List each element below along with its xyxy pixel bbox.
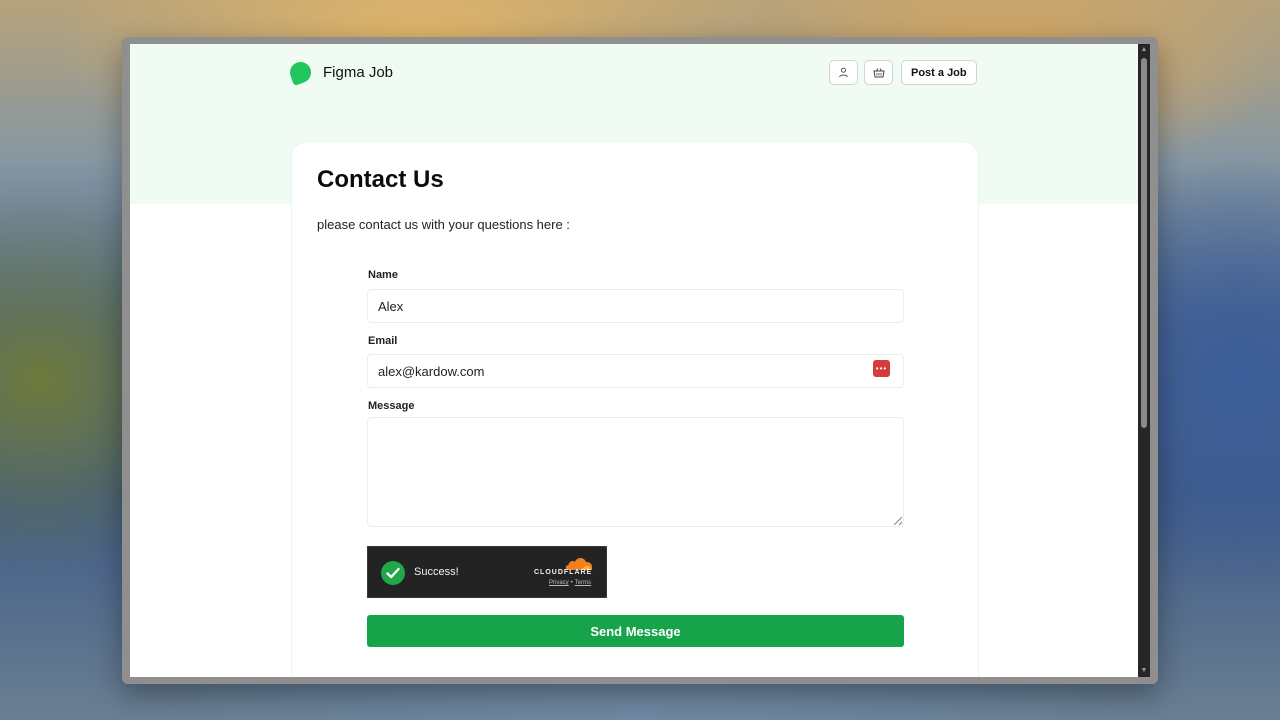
account-button[interactable]: [829, 60, 858, 85]
cloudflare-brand: CLOUDFLARE: [534, 569, 593, 576]
check-icon: [381, 561, 405, 585]
page-subtitle: please contact us with your questions he…: [317, 217, 570, 232]
scroll-up-arrow-icon[interactable]: ▲: [1140, 46, 1148, 54]
browser-window: Figma Job Post a Job Contact Us please c…: [122, 37, 1158, 684]
link-separator: •: [570, 580, 573, 586]
site-logo[interactable]: Figma Job: [287, 59, 394, 86]
email-label: Email: [368, 335, 398, 347]
basket-button[interactable]: [864, 60, 893, 85]
message-field[interactable]: [367, 417, 904, 527]
message-label: Message: [368, 400, 415, 412]
header-actions: Post a Job: [829, 60, 977, 85]
captcha-status: Success!: [414, 566, 459, 578]
name-label: Name: [368, 269, 398, 281]
contact-card: Contact Us please contact us with your q…: [291, 141, 979, 677]
resize-handle-icon[interactable]: [894, 517, 902, 525]
scroll-down-arrow-icon[interactable]: ▼: [1140, 667, 1148, 675]
user-icon: [839, 67, 848, 78]
page-title: Contact Us: [317, 166, 444, 193]
privacy-link[interactable]: Privacy: [549, 580, 569, 586]
password-manager-icon[interactable]: •••: [873, 360, 890, 377]
name-field[interactable]: [367, 289, 904, 323]
terms-link[interactable]: Terms: [575, 580, 591, 586]
captcha-widget[interactable]: Success! CLOUDFLARE Privacy • Terms: [367, 546, 607, 598]
email-field[interactable]: [367, 354, 904, 388]
basket-icon: [872, 68, 885, 78]
scroll-thumb[interactable]: [1141, 58, 1147, 428]
brand-name: Figma Job: [323, 64, 394, 81]
leaf-logo-icon: [287, 59, 314, 86]
post-job-button[interactable]: Post a Job: [901, 60, 977, 85]
captcha-links: Privacy • Terms: [549, 580, 591, 586]
send-message-button[interactable]: Send Message: [367, 615, 904, 647]
vertical-scrollbar[interactable]: ▲ ▼: [1138, 44, 1150, 677]
page-viewport: Figma Job Post a Job Contact Us please c…: [130, 44, 1138, 677]
